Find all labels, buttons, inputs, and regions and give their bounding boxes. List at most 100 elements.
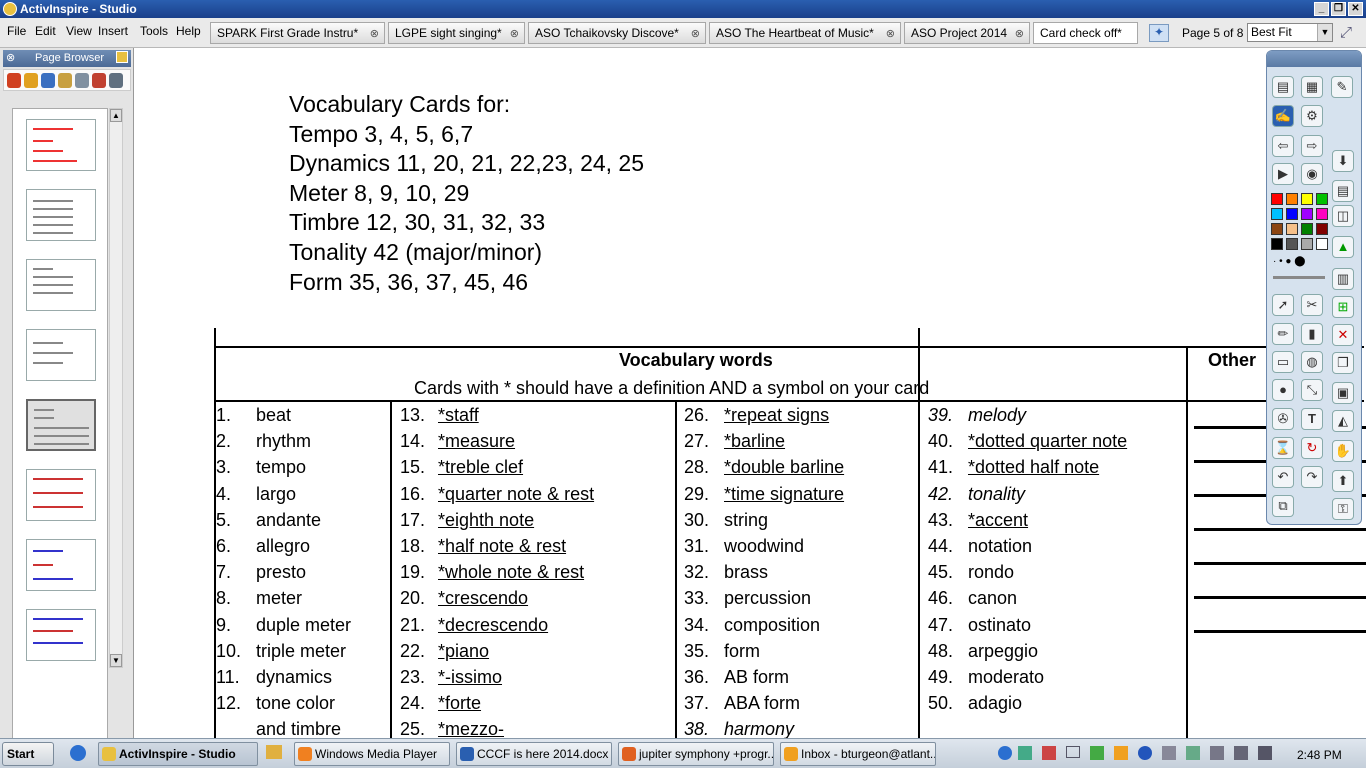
outlook-tray-icon[interactable] <box>1114 746 1128 760</box>
color-swatch[interactable] <box>1316 238 1328 250</box>
save-icon[interactable]: ▣ <box>1332 382 1354 404</box>
download-icon[interactable]: ⬇ <box>1332 150 1354 172</box>
menu-help[interactable]: Help <box>176 24 201 38</box>
undo-icon[interactable]: ↶ <box>1272 466 1294 488</box>
property-browser-icon[interactable] <box>75 73 89 88</box>
restore-button[interactable]: ❐ <box>1331 2 1346 16</box>
security-icon[interactable] <box>1042 746 1056 760</box>
menu-file[interactable]: File <box>7 24 26 38</box>
connector-icon[interactable]: ⤡ <box>1301 379 1323 401</box>
close-icon[interactable]: ⊗ <box>691 24 700 43</box>
taskbar-item-outlook[interactable]: Inbox - bturgeon@atlant... <box>780 742 936 766</box>
signal-icon[interactable] <box>1234 746 1248 760</box>
page-thumbnail[interactable] <box>26 469 96 521</box>
tab-spark[interactable]: SPARK First Grade Instru* ⊗ <box>210 22 385 44</box>
thumbnail-scrollbar[interactable]: ▲ ▼ <box>109 108 123 668</box>
color-swatch[interactable] <box>1271 208 1283 220</box>
scroll-down-icon[interactable]: ▼ <box>110 654 122 667</box>
page-thumbnail-selected[interactable] <box>26 399 96 451</box>
width-slider[interactable] <box>1273 276 1325 279</box>
close-button[interactable]: ✕ <box>1348 2 1363 16</box>
resource-browser-icon[interactable] <box>24 73 38 88</box>
close-icon[interactable]: ⊗ <box>886 24 895 43</box>
fullscreen-icon[interactable]: ⤢ <box>1340 24 1352 41</box>
menu-insert[interactable]: Insert <box>98 24 128 38</box>
signature-icon[interactable]: ✍ <box>1272 105 1294 127</box>
menu-edit[interactable]: Edit <box>35 24 56 38</box>
zoom-select[interactable]: Best Fit ▼ <box>1247 23 1333 42</box>
copy-icon[interactable]: ❐ <box>1332 352 1354 374</box>
page-thumbnail[interactable] <box>26 119 96 171</box>
pen-tool-icon[interactable]: ✏ <box>1272 323 1294 345</box>
internet-explorer-icon[interactable] <box>70 745 86 761</box>
page-thumbnail[interactable] <box>26 259 96 311</box>
play-icon[interactable]: ▶ <box>1272 163 1294 185</box>
color-swatch[interactable] <box>1271 238 1283 250</box>
reset-icon[interactable]: ↻ <box>1301 437 1323 459</box>
app-tray-icon[interactable] <box>1090 746 1104 760</box>
pin-icon[interactable] <box>116 51 128 63</box>
share-icon[interactable]: ⬆ <box>1332 470 1354 492</box>
color-swatch[interactable] <box>1301 238 1313 250</box>
color-swatch[interactable] <box>1286 238 1298 250</box>
select-icon[interactable]: ➚ <box>1272 294 1294 316</box>
close-icon[interactable]: ⊗ <box>510 24 519 43</box>
clear-icon[interactable]: ⌛ <box>1272 437 1294 459</box>
scroll-up-icon[interactable]: ▲ <box>110 109 122 122</box>
hand-icon[interactable]: ✋ <box>1332 440 1354 462</box>
menu-tools[interactable]: Tools <box>140 24 168 38</box>
page-thumbnail[interactable] <box>26 609 96 661</box>
minimize-button[interactable]: _ <box>1314 2 1329 16</box>
voting-browser-icon[interactable] <box>109 73 123 88</box>
desktop-annotate-icon[interactable]: ◉ <box>1301 163 1323 185</box>
tab-lgpe[interactable]: LGPE sight singing* ⊗ <box>388 22 525 44</box>
next-page-icon[interactable]: ⇨ <box>1301 135 1323 157</box>
battery-icon[interactable] <box>1210 746 1224 760</box>
taskbar-item-media-player[interactable]: Windows Media Player <box>294 742 450 766</box>
pen-width-icon[interactable]: · • ● ⬤ <box>1273 256 1305 267</box>
color-swatch[interactable] <box>1286 223 1298 235</box>
shape-icon[interactable]: ● <box>1272 379 1294 401</box>
taskbar-item-word[interactable]: CCCF is here 2014.docx ... <box>456 742 612 766</box>
vocabulary-table[interactable]: Vocabulary words Cards with * should hav… <box>214 328 1366 738</box>
lock-icon[interactable]: ⚿ <box>1332 498 1354 520</box>
camera-icon[interactable]: ◫ <box>1332 205 1354 227</box>
color-swatch[interactable] <box>1286 208 1298 220</box>
tab-aso-project[interactable]: ASO Project 2014 ⊗ <box>904 22 1030 44</box>
settings-icon[interactable]: ⚙ <box>1301 105 1323 127</box>
flipchart-icon[interactable]: ▤ <box>1272 76 1294 98</box>
tab-aso-tchaikovsky[interactable]: ASO Tchaikovsky Discove* ⊗ <box>528 22 706 44</box>
previous-page-icon[interactable]: ⇦ <box>1272 135 1294 157</box>
close-icon[interactable]: ⊗ <box>1015 24 1024 43</box>
marquee-icon[interactable]: ◭ <box>1332 410 1354 432</box>
color-swatch[interactable] <box>1271 223 1283 235</box>
collapse-icon[interactable]: ⧉ <box>1272 495 1294 517</box>
page-thumbnail[interactable] <box>26 539 96 591</box>
page-thumbnail[interactable] <box>26 329 96 381</box>
folder-icon[interactable] <box>266 745 282 759</box>
close-icon[interactable]: ⊗ <box>6 50 15 67</box>
spotlight-icon[interactable]: ▲ <box>1332 236 1354 258</box>
grid-icon[interactable]: ⊞ <box>1332 296 1354 318</box>
object-browser-icon[interactable] <box>41 73 55 88</box>
color-swatch[interactable] <box>1316 223 1328 235</box>
tab-aso-heartbeat[interactable]: ASO The Heartbeat of Music* ⊗ <box>709 22 901 44</box>
fill-icon[interactable]: ◍ <box>1301 351 1323 373</box>
taskbar-item-firefox[interactable]: jupiter symphony +progr... <box>618 742 774 766</box>
volume-icon[interactable] <box>1258 746 1272 760</box>
pages-icon[interactable]: ▤ <box>1332 180 1354 202</box>
network-icon[interactable] <box>998 746 1012 760</box>
vocabulary-cards-text[interactable]: Vocabulary Cards for: Tempo 3, 4, 5, 6,7… <box>289 90 644 297</box>
action-browser-icon[interactable] <box>92 73 106 88</box>
bluetooth-icon[interactable] <box>1138 746 1152 760</box>
color-swatch[interactable] <box>1316 193 1328 205</box>
start-button[interactable]: Start <box>2 742 54 766</box>
redo-icon[interactable]: ↷ <box>1301 466 1323 488</box>
insert-icon[interactable]: ▥ <box>1332 268 1354 290</box>
tab-card-check[interactable]: Card check off* <box>1033 22 1138 44</box>
color-swatch[interactable] <box>1316 208 1328 220</box>
page-thumbnail[interactable] <box>26 189 96 241</box>
color-swatch[interactable] <box>1301 223 1313 235</box>
notes-browser-icon[interactable] <box>58 73 72 88</box>
delete-icon[interactable]: ✕ <box>1332 324 1354 346</box>
